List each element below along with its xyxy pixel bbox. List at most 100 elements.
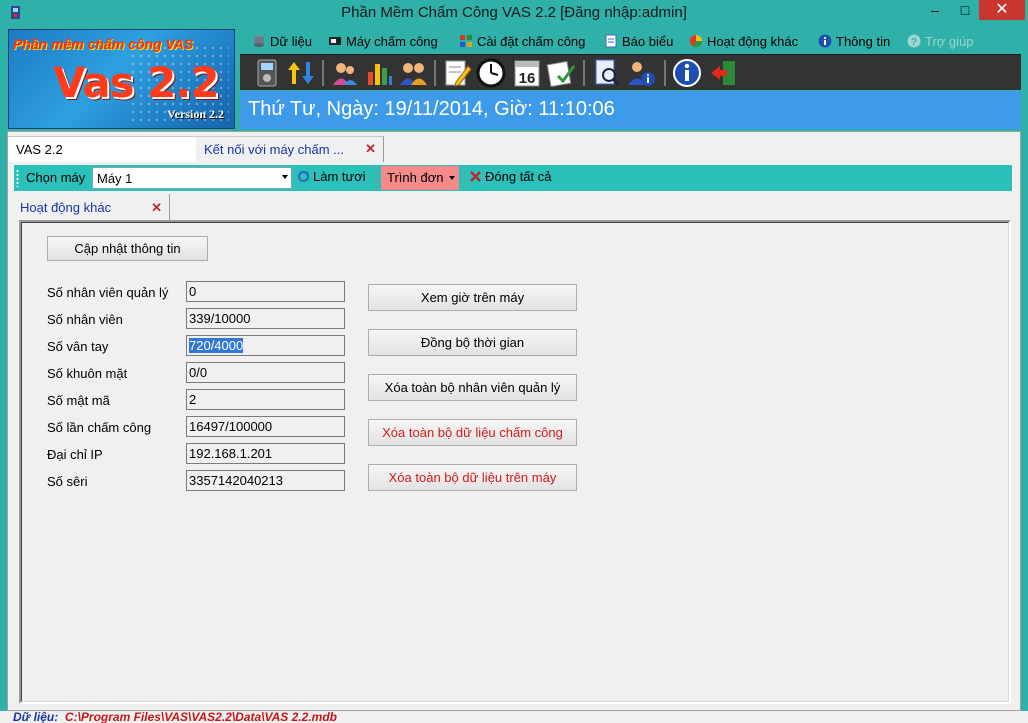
fingerprint-device-icon[interactable] xyxy=(252,58,282,88)
tab-vas-label: VAS 2.2 xyxy=(16,142,63,157)
edit-document-icon[interactable] xyxy=(442,58,472,88)
report-icon xyxy=(605,34,617,48)
svg-text:16: 16 xyxy=(519,70,536,87)
menu-info-label: Thông tin xyxy=(836,33,891,49)
field-label: Số lần chấm công xyxy=(47,420,152,435)
status-label: Dữ liệu: xyxy=(13,711,59,723)
delete-attendance-data-button[interactable]: Xóa toàn bộ dữ liệu chấm công xyxy=(368,419,577,446)
svg-text:?: ? xyxy=(911,37,917,48)
users-group-icon[interactable] xyxy=(330,58,360,88)
menu-reports[interactable]: Báo biểu xyxy=(604,32,673,50)
device-info-panel: Cập nhật thông tin Số nhân viên quản lý … xyxy=(19,220,1011,704)
password-count-field[interactable]: 2 xyxy=(186,389,345,410)
close-window-button[interactable]: ✕ xyxy=(979,0,1025,20)
view-device-time-button[interactable]: Xem giờ trên máy xyxy=(368,284,577,311)
menu-other-activities[interactable]: Hoạt động khác xyxy=(689,32,798,50)
menu-data[interactable]: Dữ liệu xyxy=(252,32,312,50)
maximize-button[interactable]: □ xyxy=(950,0,980,20)
fingerprint-count-field[interactable]: 720/4000 xyxy=(186,335,345,356)
chevron-down-icon xyxy=(449,176,455,180)
serial-number-field[interactable]: 3357142040213 xyxy=(186,470,345,491)
menu-dropdown-label: Trình đơn xyxy=(387,170,444,185)
close-all-button[interactable]: Đóng tất cả xyxy=(469,169,552,184)
menu-data-label: Dữ liệu xyxy=(270,33,312,49)
employee-count-field[interactable]: 339/10000 xyxy=(186,308,345,329)
update-info-button[interactable]: Cập nhật thông tin xyxy=(47,236,208,261)
window-title: Phần Mềm Chấm Công VAS 2.2 [Đăng nhập:ad… xyxy=(341,4,687,21)
clock-icon[interactable] xyxy=(476,58,506,88)
field-label: Số nhân viên quản lý xyxy=(47,285,169,300)
menu-info[interactable]: Thông tin xyxy=(818,32,890,50)
admin-count-field[interactable]: 0 xyxy=(186,281,345,302)
menu-other-activities-label: Hoạt động khác xyxy=(707,33,799,49)
machine-select-value: Máy 1 xyxy=(97,171,133,186)
command-bar: Chọn máy Máy 1 Làm tươi Trình đơn Đóng t… xyxy=(14,165,1012,191)
toolbar-separator xyxy=(664,60,666,86)
close-tab-icon[interactable]: ✕ xyxy=(151,200,162,216)
status-bar: Dữ liệu: C:\Program Files\VAS\VAS2.2\Dat… xyxy=(0,711,1028,723)
menu-bar: Dữ liệu Máy chấm công Cài đặt chấm công … xyxy=(240,29,1021,53)
refresh-label: Làm tươi xyxy=(313,169,366,184)
menu-help-label: Trợ giúp xyxy=(925,33,974,49)
calendar-16-icon[interactable]: 16 xyxy=(512,58,542,88)
logo-product-name: Vas 2.2 xyxy=(53,58,220,107)
tab-connect[interactable]: Kết nối với máy chấm ... ✕ xyxy=(196,136,384,162)
delete-device-data-button[interactable]: Xóa toàn bộ dữ liệu trên máy xyxy=(368,464,577,491)
sync-time-button[interactable]: Đồng bộ thời gian xyxy=(368,329,577,356)
settings-grid-icon xyxy=(460,35,472,47)
grip-handle[interactable] xyxy=(16,169,19,187)
field-label: Đại chỉ IP xyxy=(47,447,103,462)
logo-brand-text: Phần mềm chấm công VAS xyxy=(13,36,194,52)
info-icon[interactable] xyxy=(672,58,702,88)
logo-version: Version 2.2 xyxy=(167,107,224,121)
date-banner: Thứ Tư, Ngày: 19/11/2014, Giờ: 11:10:06 xyxy=(240,91,1021,129)
toolbar-separator xyxy=(434,60,436,86)
toolbar-separator xyxy=(377,169,378,187)
tab-vas[interactable]: VAS 2.2 xyxy=(8,136,196,162)
menu-dropdown-button[interactable]: Trình đơn xyxy=(381,166,459,190)
database-icon xyxy=(254,35,264,47)
tab-other-activities[interactable]: Hoạt động khác ✕ xyxy=(14,194,170,220)
upload-download-arrows-icon[interactable] xyxy=(286,58,316,88)
search-document-icon[interactable] xyxy=(592,58,622,88)
field-label: Số nhân viên xyxy=(47,312,123,327)
exit-icon[interactable] xyxy=(708,58,738,88)
close-tab-icon[interactable]: ✕ xyxy=(365,141,376,157)
database-path-status: Dữ liệu: C:\Program Files\VAS\VAS2.2\Dat… xyxy=(13,711,337,723)
chevron-down-icon xyxy=(282,175,288,179)
vas-logo: Phần mềm chấm công VAS Vas 2.2 Version 2… xyxy=(8,29,235,129)
toolbar-separator xyxy=(583,60,585,86)
current-datetime: Thứ Tư, Ngày: 19/11/2014, Giờ: 11:10:06 xyxy=(248,98,615,120)
toolbar-separator xyxy=(464,169,465,187)
menu-reports-label: Báo biểu xyxy=(622,33,674,49)
menu-settings[interactable]: Cài đặt chấm công xyxy=(459,32,585,50)
face-count-field[interactable]: 0/0 xyxy=(186,362,345,383)
help-icon: ? xyxy=(907,34,921,48)
bar-chart-icon[interactable] xyxy=(364,58,394,88)
status-path: C:\Program Files\VAS\VAS2.2\Data\VAS 2.2… xyxy=(64,711,337,723)
menu-help[interactable]: ? Trợ giúp xyxy=(907,32,974,50)
field-label: Số mật mã xyxy=(47,393,110,408)
choose-machine-label: Chọn máy xyxy=(26,170,86,185)
close-icon xyxy=(470,171,481,182)
checklist-icon[interactable] xyxy=(546,58,576,88)
toolbar-separator xyxy=(322,60,324,86)
app-header: Phần mềm chấm công VAS Vas 2.2 Version 2… xyxy=(7,26,1021,130)
user-info-icon[interactable] xyxy=(626,58,656,88)
refresh-button[interactable]: Làm tươi xyxy=(297,169,366,184)
ip-address-field[interactable]: 192.168.1.201 xyxy=(186,443,345,464)
machine-select[interactable]: Máy 1 xyxy=(92,167,292,189)
device-icon xyxy=(329,37,341,45)
delete-all-admins-button[interactable]: Xóa toàn bộ nhân viên quản lý xyxy=(368,374,577,401)
attendance-count-field[interactable]: 16497/100000 xyxy=(186,416,345,437)
refresh-icon xyxy=(298,171,309,182)
menu-timekeeper-label: Máy chấm công xyxy=(346,33,438,49)
menu-timekeeper[interactable]: Máy chấm công xyxy=(328,32,438,50)
info-icon xyxy=(818,34,832,48)
field-label: Số khuôn mặt xyxy=(47,366,128,381)
toolbar: 16 xyxy=(240,54,1021,90)
close-all-label: Đóng tất cả xyxy=(485,169,552,184)
minimize-button[interactable]: – xyxy=(920,0,950,20)
field-label: Số vân tay xyxy=(47,339,109,354)
employees-icon[interactable] xyxy=(398,58,428,88)
